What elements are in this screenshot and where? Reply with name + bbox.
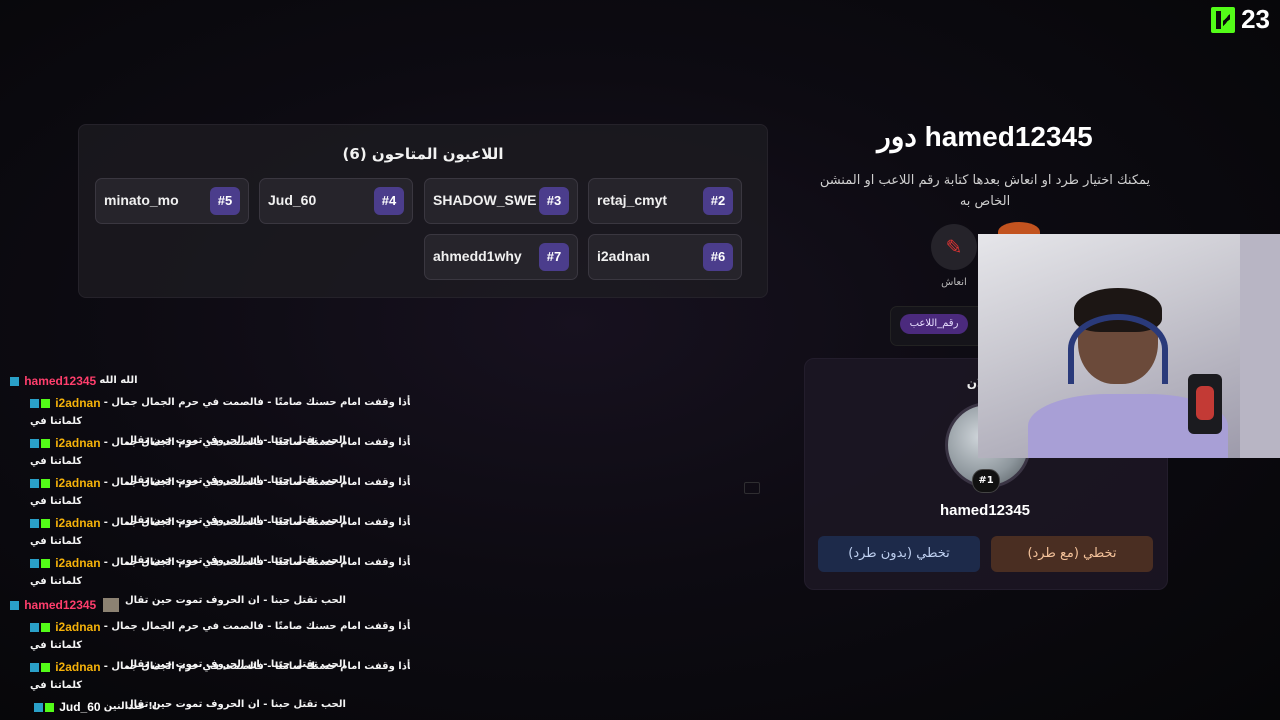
badge-icon (30, 558, 39, 568)
viewer-count: 23 (1241, 4, 1270, 34)
badge-icon (30, 398, 39, 408)
player-number-badge: #7 (539, 243, 569, 271)
player-card[interactable]: Jud_60 #4 (259, 178, 413, 224)
badge-icon (30, 662, 39, 672)
player-name: ahmedd1why (433, 248, 522, 264)
available-players-panel: اللاعبون المتاحون (6) minato_mo #5 Jud_6… (78, 124, 768, 298)
subscriber-badge-icon (41, 622, 50, 632)
player-card[interactable]: ahmedd1why #7 (424, 234, 578, 280)
revive-button[interactable]: ✎ (931, 224, 977, 270)
webcam-overlay (978, 234, 1280, 458)
chat-username[interactable]: i2adnan (55, 476, 100, 490)
rank-badge: #1 (972, 469, 1000, 493)
player-number-chip: رقم_اللاعب (900, 314, 968, 334)
chat-username[interactable]: i2adnan (55, 556, 100, 570)
badge-icon (30, 518, 39, 528)
chat-text: عندالنين !! (103, 701, 158, 712)
headset-icon (1068, 314, 1168, 384)
subscriber-badge-icon (45, 702, 54, 712)
syringe-icon: ✎ (945, 235, 963, 259)
player-name: retaj_cmyt (597, 192, 668, 208)
subscriber-badge-icon (41, 398, 50, 408)
chat-username[interactable]: i2adnan (55, 660, 100, 674)
subscriber-badge-icon (41, 478, 50, 488)
players-panel-title: اللاعبون المتاحون (6) (342, 145, 504, 163)
chat-message: Jud_60 عندالنين !! (34, 698, 410, 717)
player-card[interactable]: minato_mo #5 (95, 178, 249, 224)
player-number-badge: #5 (210, 187, 240, 215)
player-name: i2adnan (597, 248, 650, 264)
subscriber-badge-icon (41, 662, 50, 672)
chat-message: hamed12345 الله الله (10, 372, 400, 391)
chat-username[interactable]: hamed12345 (24, 374, 96, 388)
current-player-name: hamed12345 (939, 502, 1031, 519)
badge-icon (34, 702, 43, 712)
kick-brand: 23 (1211, 4, 1270, 35)
player-number-badge: #2 (703, 187, 733, 215)
badge-icon (10, 376, 19, 386)
badge-icon (30, 478, 39, 488)
badge-icon (10, 600, 19, 610)
chat-text: الله الله (99, 375, 138, 386)
player-card[interactable]: i2adnan #6 (588, 234, 742, 280)
turn-hint: يمكنك اختيار طرد او انعاش بعدها كتابة رق… (819, 173, 1151, 209)
player-card[interactable]: retaj_cmyt #2 (588, 178, 742, 224)
chat-username[interactable]: i2adnan (55, 396, 100, 410)
player-number-badge: #4 (374, 187, 404, 215)
turn-title: دور hamed12345 (877, 121, 1093, 152)
chat-feed: hamed12345 الله الله i2adnan فأذا وقفت ا… (10, 372, 410, 720)
player-name: SHADOW_SWE (433, 192, 537, 208)
subscriber-badge-icon (41, 438, 50, 448)
subscriber-badge-icon (41, 518, 50, 528)
microphone-icon (1188, 374, 1222, 434)
kick-logo-icon (1211, 6, 1236, 33)
skip-without-kick-button[interactable]: تخطي (بدون طرد) (818, 536, 980, 572)
emote-icon (103, 598, 120, 612)
chat-message: hamed12345 (10, 596, 400, 615)
cursor-icon (744, 482, 760, 494)
player-number-badge: #3 (539, 187, 569, 215)
player-card[interactable]: SHADOW_SWE #3 (424, 178, 578, 224)
chat-username[interactable]: i2adnan (55, 620, 100, 634)
skip-with-kick-button[interactable]: تخطي (مع طرد) (991, 536, 1153, 572)
subscriber-badge-icon (41, 558, 50, 568)
badge-icon (30, 438, 39, 448)
chat-username[interactable]: i2adnan (55, 516, 100, 530)
streamer (1028, 288, 1228, 458)
chat-username[interactable]: Jud_60 (59, 700, 100, 714)
player-name: Jud_60 (268, 192, 317, 208)
player-number-badge: #6 (703, 243, 733, 271)
badge-icon (30, 622, 39, 632)
revive-label: انعاش (941, 277, 967, 288)
chat-username[interactable]: i2adnan (55, 436, 100, 450)
chat-username[interactable]: hamed12345 (24, 598, 96, 612)
player-name: minato_mo (104, 192, 179, 208)
